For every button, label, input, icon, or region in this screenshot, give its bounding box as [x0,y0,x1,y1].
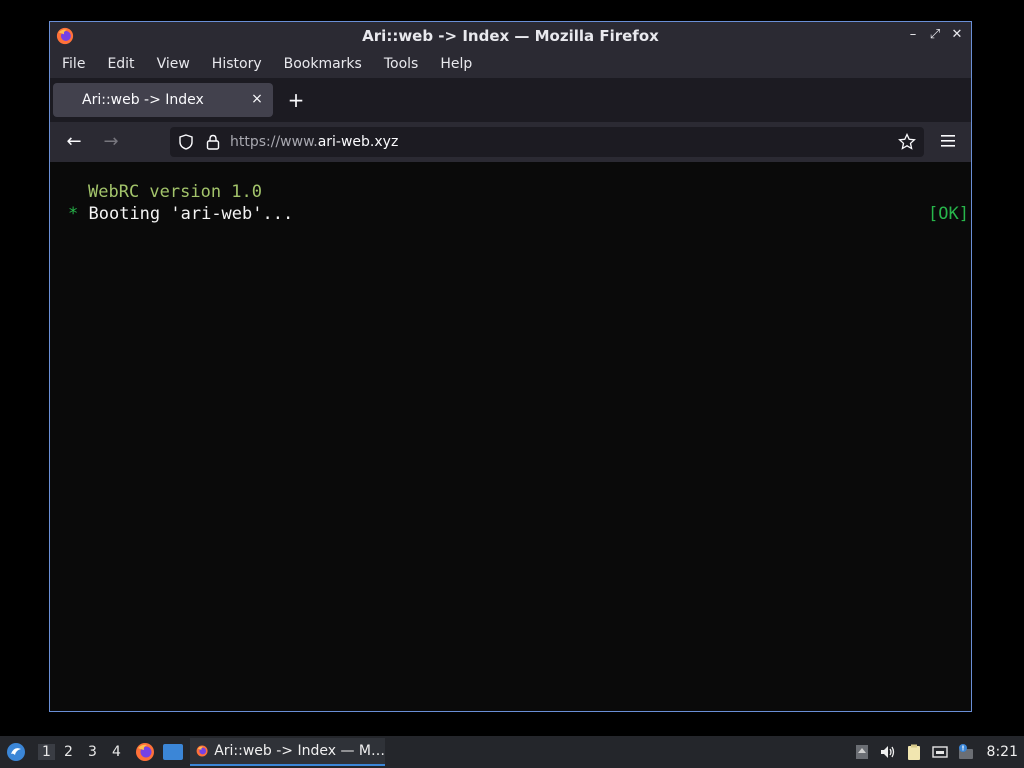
boot-line-row: * Booting 'ari-web'... [68,204,293,224]
minimize-button[interactable]: – [905,27,921,43]
window-title: Ari::web -> Index — Mozilla Firefox [362,27,659,45]
menu-history[interactable]: History [212,56,262,72]
taskbar-window-firefox[interactable]: Ari::web -> Index — M… [190,738,385,766]
desktop-icon[interactable] [163,744,183,760]
tab-close-icon[interactable]: × [249,91,265,107]
lock-icon[interactable] [206,134,220,150]
back-button[interactable]: ← [64,132,84,152]
menu-edit[interactable]: Edit [107,56,134,72]
taskbar-window-label: Ari::web -> Index — M… [214,743,385,759]
volume-icon[interactable] [879,743,897,761]
status-ok: [OK] [928,204,969,224]
menu-tools[interactable]: Tools [384,56,419,72]
title-bar[interactable]: Ari::web -> Index — Mozilla Firefox – ⤢ … [50,22,971,50]
boot-text: Booting 'ari-web'... [88,204,294,224]
clock[interactable]: 8:21 [987,744,1018,760]
menu-view[interactable]: View [157,56,190,72]
shield-icon[interactable] [178,134,194,150]
tab-strip: Ari::web -> Index × + [50,78,971,122]
window-controls: – ⤢ ✕ [905,27,965,43]
page-content: WebRC version 1.0 * Booting 'ari-web'...… [50,162,971,711]
boot-bullet: * [68,204,79,224]
url-text[interactable]: https://www.ari-web.xyz [230,134,398,150]
menu-help[interactable]: Help [440,56,472,72]
maximize-button[interactable]: ⤢ [927,27,943,43]
upload-icon[interactable] [853,743,871,761]
workspace-4[interactable]: 4 [112,744,121,760]
hamburger-icon[interactable] [939,132,957,150]
workspace-2[interactable]: 2 [64,744,73,760]
navigation-toolbar: ← → https://www.ari-web.xyz [50,122,971,162]
system-tray: 8:21 [853,736,1024,768]
clipboard-icon[interactable] [905,743,923,761]
url-prefix: https://www. [230,134,318,150]
url-domain: ari-web.xyz [317,134,399,150]
menu-file[interactable]: File [62,56,85,72]
firefox-icon [196,745,208,757]
new-tab-button[interactable]: + [286,90,306,110]
forward-button[interactable]: → [101,132,121,152]
firefox-launcher-icon[interactable] [135,742,155,762]
close-button[interactable]: ✕ [949,27,965,43]
menu-bookmarks[interactable]: Bookmarks [284,56,362,72]
firefox-icon [56,27,74,45]
browser-window: Ari::web -> Index — Mozilla Firefox – ⤢ … [49,21,972,712]
network-icon[interactable] [931,743,949,761]
menu-bar: File Edit View History Bookmarks Tools H… [50,50,971,78]
version-line: WebRC version 1.0 [88,182,262,202]
tab-active[interactable]: Ari::web -> Index × [53,83,273,117]
url-bar[interactable]: https://www.ari-web.xyz [170,127,924,157]
taskbar: 1 2 3 4 Ari::web -> Index — M… 8:21 [0,736,1024,768]
notification-icon[interactable] [957,743,975,761]
workspace-1[interactable]: 1 [38,744,55,760]
tab-label: Ari::web -> Index [82,92,204,108]
start-menu-icon[interactable] [6,742,26,762]
star-icon[interactable] [898,133,916,151]
workspace-3[interactable]: 3 [88,744,97,760]
